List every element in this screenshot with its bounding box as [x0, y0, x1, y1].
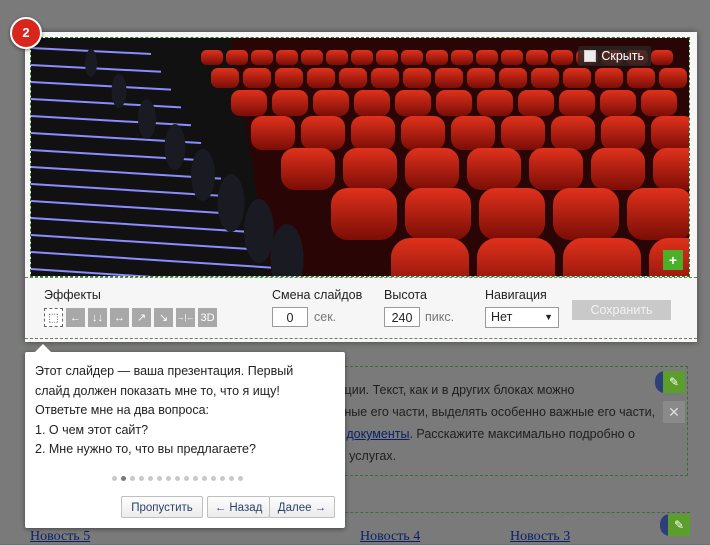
effect-down-button[interactable]: ↓↓ [88, 308, 107, 327]
height-unit: пикс. [425, 310, 455, 324]
next-button[interactable]: Далее → [269, 496, 335, 518]
slider-editor-panel: Скрыть + Эффекты ⬚ ← ↓↓ ↔ ↗ ↘ →|← 3D Смена слай… [25, 32, 697, 342]
text-line: ажные его части, выделять особенно важны… [329, 405, 656, 419]
pencil-icon: ✎ [663, 371, 685, 393]
news-link[interactable]: Новость 4 [360, 529, 420, 545]
step-dot[interactable] [121, 476, 126, 481]
text-line: с и услугах. [329, 449, 397, 463]
interval-input[interactable]: 0 [272, 307, 308, 327]
checkbox-icon [584, 50, 597, 62]
edit-block-button[interactable]: ✎ [655, 371, 685, 393]
effect-diag-down-button[interactable]: ↘ [154, 308, 173, 327]
step-dot[interactable] [193, 476, 198, 481]
step-dot[interactable] [184, 476, 189, 481]
slide-image: Скрыть + [30, 37, 690, 277]
onboarding-tooltip: Этот слайдер — ваша презентация. Первый … [25, 344, 345, 528]
documents-link[interactable]: документы [346, 427, 409, 441]
slider-controls: Эффекты ⬚ ← ↓↓ ↔ ↗ ↘ →|← 3D Смена слайдов 0 сек… [25, 277, 697, 339]
effect-3d-button[interactable]: 3D [198, 308, 217, 327]
step-dot[interactable] [175, 476, 180, 481]
text-block: мации. Текст, как и в других блоках можн… [300, 366, 688, 476]
edit-news-button[interactable]: ✎ [660, 514, 690, 536]
tooltip-line: Ответьте мне на два вопроса: [35, 403, 210, 417]
add-slide-button[interactable]: + [663, 250, 683, 270]
effect-diag-up-button[interactable]: ↗ [132, 308, 151, 327]
step-badge: 2 [10, 17, 42, 49]
text-line: на документы. Расскажите максимально под… [329, 427, 635, 441]
skip-button[interactable]: Пропустить [121, 496, 203, 518]
step-dot[interactable] [220, 476, 225, 481]
step-dot[interactable] [229, 476, 234, 481]
step-dot[interactable] [157, 476, 162, 481]
interval-label: Смена слайдов [272, 288, 363, 302]
step-dot[interactable] [211, 476, 216, 481]
step-dot[interactable] [148, 476, 153, 481]
tooltip-line: 1. О чем этот сайт? [35, 422, 149, 437]
effects-toolbar: ⬚ ← ↓↓ ↔ ↗ ↘ →|← 3D [44, 308, 217, 327]
step-dot[interactable] [166, 476, 171, 481]
effects-label: Эффекты [44, 288, 101, 302]
hide-button[interactable]: Скрыть [578, 46, 651, 66]
save-button[interactable]: Сохранить [572, 300, 671, 320]
tooltip-line: слайд должен показать мне то, что я ищу! [35, 383, 280, 398]
navigation-label: Навигация [485, 288, 547, 302]
pencil-icon: ✎ [668, 514, 690, 536]
news-link[interactable]: Новость 3 [510, 529, 570, 545]
height-input[interactable]: 240 [384, 307, 420, 327]
effect-crossfade-button[interactable]: ⬚ [44, 308, 63, 327]
back-button[interactable]: ← Назад [207, 496, 270, 518]
text-line: мации. Текст, как и в других блоках можн… [329, 383, 575, 397]
step-dots [112, 476, 243, 481]
effect-left-button[interactable]: ← [66, 308, 85, 327]
step-dot[interactable] [130, 476, 135, 481]
step-dot[interactable] [238, 476, 243, 481]
height-label: Высота [384, 288, 427, 302]
navigation-select[interactable]: Нет ▼ [485, 307, 559, 328]
interval-unit: сек. [314, 310, 337, 324]
effect-split-h-button[interactable]: ↔ [110, 308, 129, 327]
cinema-seats-image [31, 38, 689, 276]
close-icon[interactable]: ✕ [663, 401, 685, 423]
effect-split-in-button[interactable]: →|← [176, 308, 195, 327]
news-link[interactable]: Новость 5 [30, 529, 90, 545]
step-dot[interactable] [139, 476, 144, 481]
step-dot[interactable] [202, 476, 207, 481]
tooltip-line: Этот слайдер — ваша презентация. Первый [35, 364, 294, 378]
chevron-down-icon: ▼ [544, 312, 553, 322]
step-dot[interactable] [112, 476, 117, 481]
tooltip-line: 2. Мне нужно то, что вы предлагаете? [35, 442, 256, 456]
